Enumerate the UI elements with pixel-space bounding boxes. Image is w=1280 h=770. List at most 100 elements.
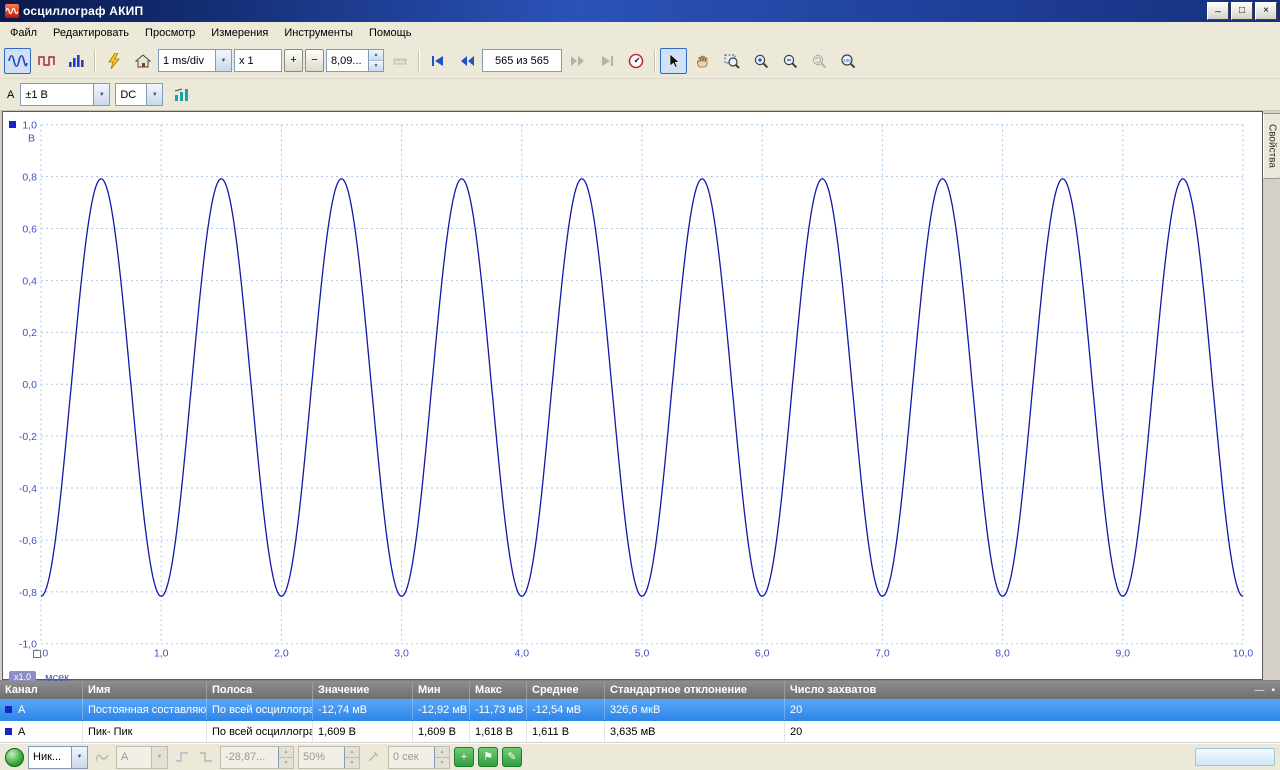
app-window: осциллограф АКИП _ □ × Файл Редактироват… [0,0,1280,770]
falling-edge-icon[interactable] [196,747,216,767]
spin-down-icon[interactable]: ▼ [345,757,359,768]
zoom-window-button[interactable] [718,48,745,74]
offset-value: 8,09... [327,55,368,67]
zoom-out-button[interactable] [776,48,803,74]
coupling-select[interactable]: DC ▼ [115,83,163,106]
gauge-icon [628,53,644,69]
channel-color-swatch [5,728,12,735]
zoom-100-button[interactable]: 100 [834,48,861,74]
timebase-select[interactable]: 1 ms/div ▼ [158,49,232,72]
channel-range-select[interactable]: ±1 В ▼ [20,83,110,106]
svg-text:6,0: 6,0 [755,649,770,660]
spin-down-icon[interactable]: ▼ [279,757,293,768]
add-note-button[interactable]: ✎ [502,747,522,767]
coupling-value: DC [116,89,146,101]
axis-drag-handle[interactable] [33,650,41,658]
chevron-down-icon[interactable]: ▼ [71,747,87,768]
svg-text:-0,6: -0,6 [19,536,37,547]
normal-cursor-button[interactable] [660,48,687,74]
timebase-value: 1 ms/div [159,55,215,67]
zoom-multiplier-decrease-button[interactable]: − [305,49,324,72]
pre-trigger-spinner[interactable]: 50% ▲ ▼ [298,746,360,769]
trigger-mode-select[interactable]: Ник... ▼ [28,746,88,769]
scope-view-button[interactable] [4,48,31,74]
offset-spinner[interactable]: 8,09... ▲ ▼ [326,49,384,72]
zoom-100-icon: 100 [840,53,856,69]
home-button[interactable] [129,48,156,74]
trigger-marker-icon[interactable] [92,747,112,767]
trigger-channel-value: A [117,751,151,763]
add-marker-button[interactable]: ⚑ [478,747,498,767]
trigger-channel-select[interactable]: A ▼ [116,746,168,769]
spin-up-icon[interactable]: ▲ [345,747,359,757]
first-capture-button[interactable] [424,48,451,74]
buffer-position-field[interactable]: 565 из 565 [482,49,562,72]
hand-tool-button[interactable] [689,48,716,74]
capture-progress-bar [1195,748,1275,766]
zoom-multiplier-increase-button[interactable]: + [284,49,303,72]
panel-minimize-icon[interactable]: — [1254,685,1264,696]
plot-panel[interactable]: 0,01,02,03,04,05,06,07,08,09,010,01,00,8… [2,111,1263,680]
oscilloscope-plot[interactable]: 0,01,02,03,04,05,06,07,08,09,010,01,00,8… [3,112,1262,679]
header-max: Макс [470,681,527,699]
chevron-down-icon[interactable]: ▼ [215,50,231,71]
svg-text:8,0: 8,0 [995,649,1010,660]
buffer-overview-button[interactable] [622,48,649,74]
channel-toolbar: A ±1 В ▼ DC ▼ [0,79,1280,111]
table-row[interactable]: A Постоянная составляющая По всей осцилл… [0,699,1280,721]
header-span: Полоса [207,681,313,699]
spin-up-icon[interactable]: ▲ [369,50,383,60]
chevron-down-icon[interactable]: ▼ [146,84,162,105]
auto-setup-button[interactable] [100,48,127,74]
window-title: осциллограф АКИП [23,4,1207,18]
trigger-level-spinner[interactable]: -28,87... ▲ ▼ [220,746,294,769]
rising-edge-icon[interactable] [172,747,192,767]
menu-file[interactable]: Файл [2,24,45,42]
spectrum-view-button[interactable] [62,48,89,74]
previous-capture-button[interactable] [453,48,480,74]
hand-icon [695,53,711,69]
menu-tools[interactable]: Инструменты [276,24,361,42]
menu-edit[interactable]: Редактировать [45,24,137,42]
spin-down-icon[interactable]: ▼ [435,757,449,768]
undo-zoom-button[interactable] [805,48,832,74]
svg-text:0,4: 0,4 [22,276,37,287]
channel-range-value: ±1 В [21,89,93,101]
menu-help[interactable]: Помощь [361,24,420,42]
channel-options-button[interactable] [168,82,195,108]
menu-view[interactable]: Просмотр [137,24,203,42]
flag-icon: ⚑ [483,752,493,763]
header-name: Имя [83,681,207,699]
panel-box-icon[interactable]: ▪ [1271,685,1275,696]
cursor-arrow-icon [667,53,680,69]
header-value: Значение [313,681,413,699]
spin-down-icon[interactable]: ▼ [369,60,383,71]
zoom-out-icon [782,53,798,69]
pencil-icon: ✎ [507,752,516,763]
last-capture-button[interactable] [593,48,620,74]
add-measurement-button[interactable]: + [454,747,474,767]
trigger-delay-spinner[interactable]: 0 сек ▲ ▼ [388,746,450,769]
minimize-button[interactable]: _ [1207,2,1229,20]
toolbar-separator [94,50,95,72]
zoom-in-button[interactable] [747,48,774,74]
chevron-down-icon[interactable]: ▼ [151,747,167,768]
chevron-down-icon[interactable]: ▼ [93,84,109,105]
zoom-multiplier-field[interactable]: x 1 [234,49,282,72]
marquee-zoom-icon [724,53,740,69]
next-capture-button[interactable] [564,48,591,74]
spin-up-icon[interactable]: ▲ [279,747,293,757]
table-row[interactable]: A Пик- Пик По всей осциллограмме 1,609 В… [0,721,1280,743]
trigger-tools-icon[interactable] [364,747,384,767]
spin-up-icon[interactable]: ▲ [435,747,449,757]
menu-measurements[interactable]: Измерения [203,24,276,42]
svg-text:-0,4: -0,4 [19,484,37,495]
tab-properties[interactable]: Свойства [1263,113,1280,179]
channel-color-swatch [5,706,12,713]
svg-text:0,0: 0,0 [22,380,37,391]
start-capture-button[interactable] [5,748,24,767]
axis-scaling-button[interactable] [386,48,413,74]
maximize-button[interactable]: □ [1231,2,1253,20]
xy-view-button[interactable] [33,48,60,74]
close-button[interactable]: × [1255,2,1277,20]
